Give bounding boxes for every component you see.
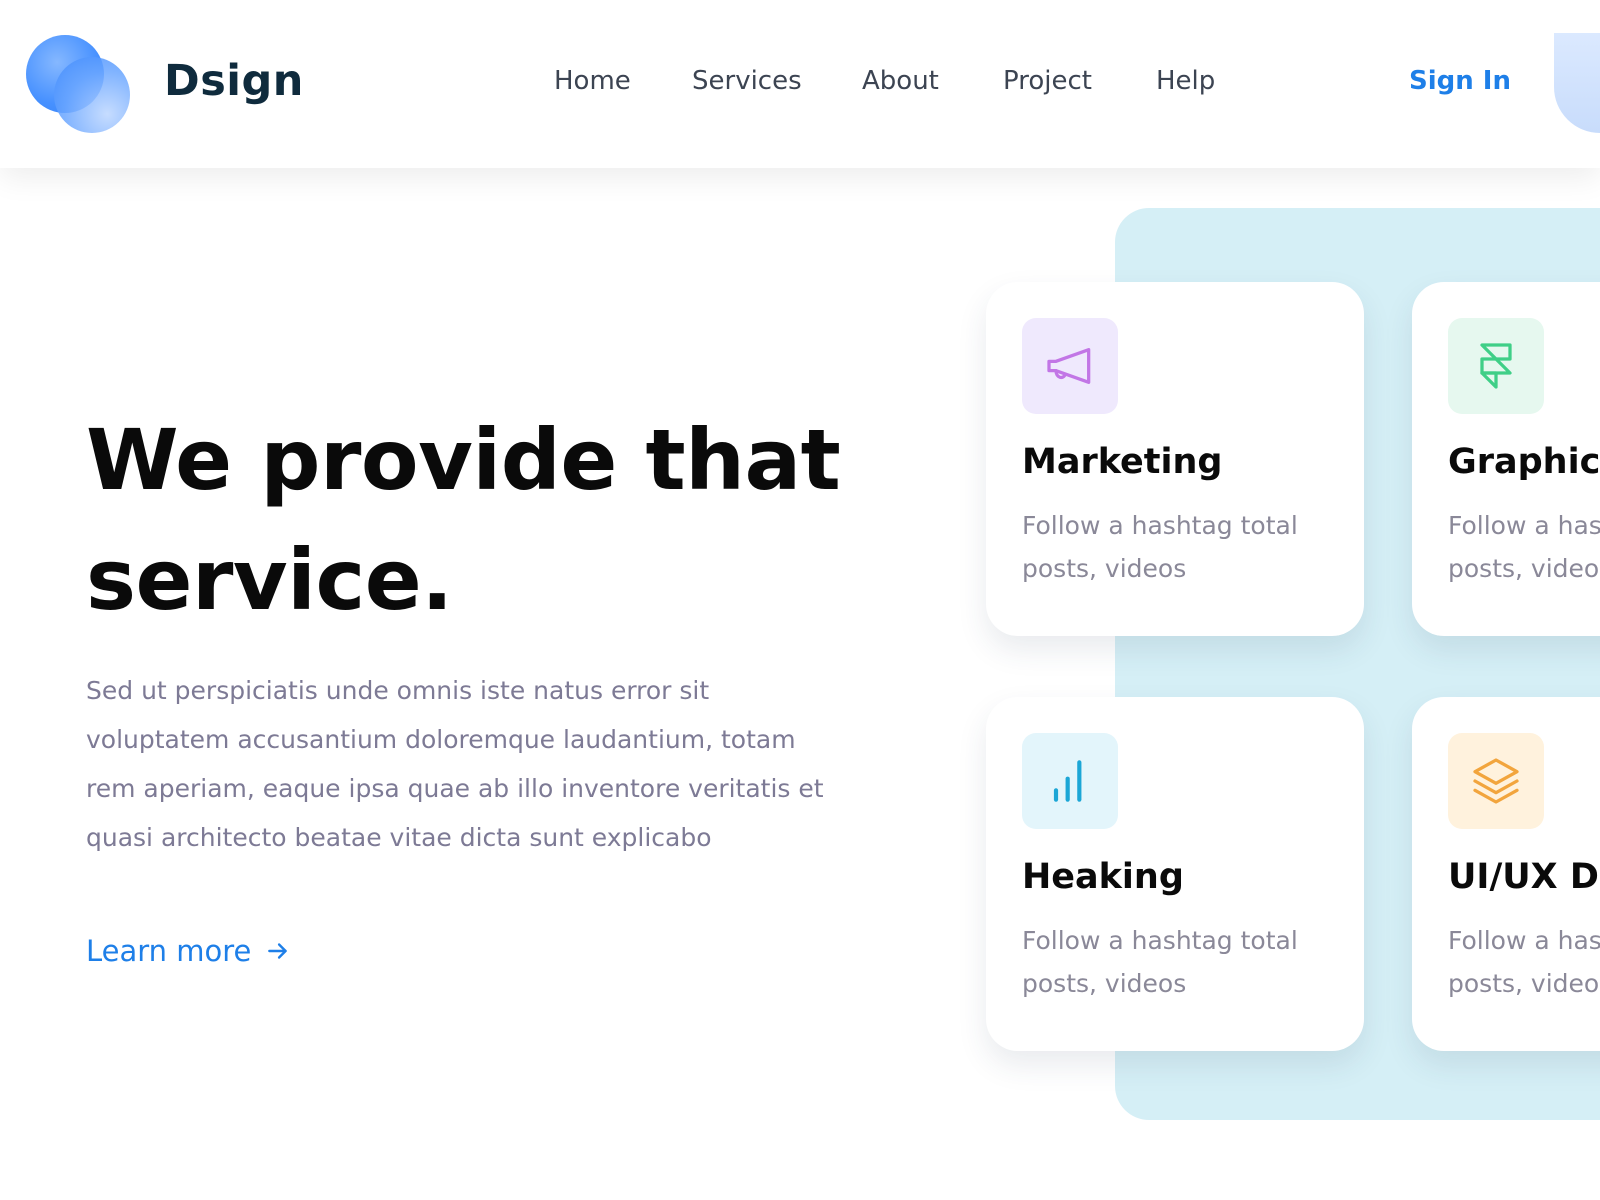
card-description: Follow a hashtag total posts, videos (1448, 511, 1600, 583)
service-card-uiux[interactable]: UI/UX Design Follow a hashtag total post… (1412, 697, 1600, 1051)
service-card-graphic[interactable]: Graphic Follow a hashtag total posts, vi… (1412, 282, 1600, 636)
megaphone-icon (1047, 348, 1091, 384)
nav-help[interactable]: Help (1156, 66, 1215, 96)
card-title: Heaking (1022, 857, 1184, 897)
nav-project[interactable]: Project (1003, 66, 1092, 96)
layers-icon (1473, 758, 1519, 804)
arrow-right-icon (268, 943, 288, 959)
hero-description: Sed ut perspiciatis unde omnis iste natu… (86, 676, 824, 852)
site-header: Dsign Home Services About Project Help S… (0, 0, 1600, 168)
card-description: Follow a hashtag total posts, videos (1022, 926, 1298, 998)
nav-services[interactable]: Services (692, 66, 802, 96)
card-title: Graphic (1448, 442, 1600, 482)
sign-in-link[interactable]: Sign In (1409, 66, 1511, 96)
hero-title: We provide that service. (86, 411, 841, 629)
service-card-marketing[interactable]: Marketing Follow a hashtag total posts, … (986, 282, 1364, 636)
card-title: Marketing (1022, 442, 1223, 482)
card-description: Follow a hashtag total posts, videos (1022, 511, 1298, 583)
framer-icon (1480, 343, 1512, 389)
page: Dsign Home Services About Project Help S… (0, 0, 1600, 1200)
icon-tile (1448, 733, 1544, 829)
icon-tile (1022, 733, 1118, 829)
card-title: UI/UX Design (1448, 857, 1600, 897)
nav-about[interactable]: About (862, 66, 939, 96)
learn-more-label: Learn more (86, 934, 252, 968)
icon-tile (1448, 318, 1544, 414)
service-card-heaking[interactable]: Heaking Follow a hashtag total posts, vi… (986, 697, 1364, 1051)
card-description: Follow a hashtag total posts, videos (1448, 926, 1600, 998)
icon-tile (1022, 318, 1118, 414)
bar-chart-icon (1053, 760, 1082, 802)
main-nav: Home Services About Project Help (0, 0, 1600, 168)
nav-home[interactable]: Home (554, 66, 631, 96)
learn-more-link[interactable]: Learn more (86, 934, 291, 968)
